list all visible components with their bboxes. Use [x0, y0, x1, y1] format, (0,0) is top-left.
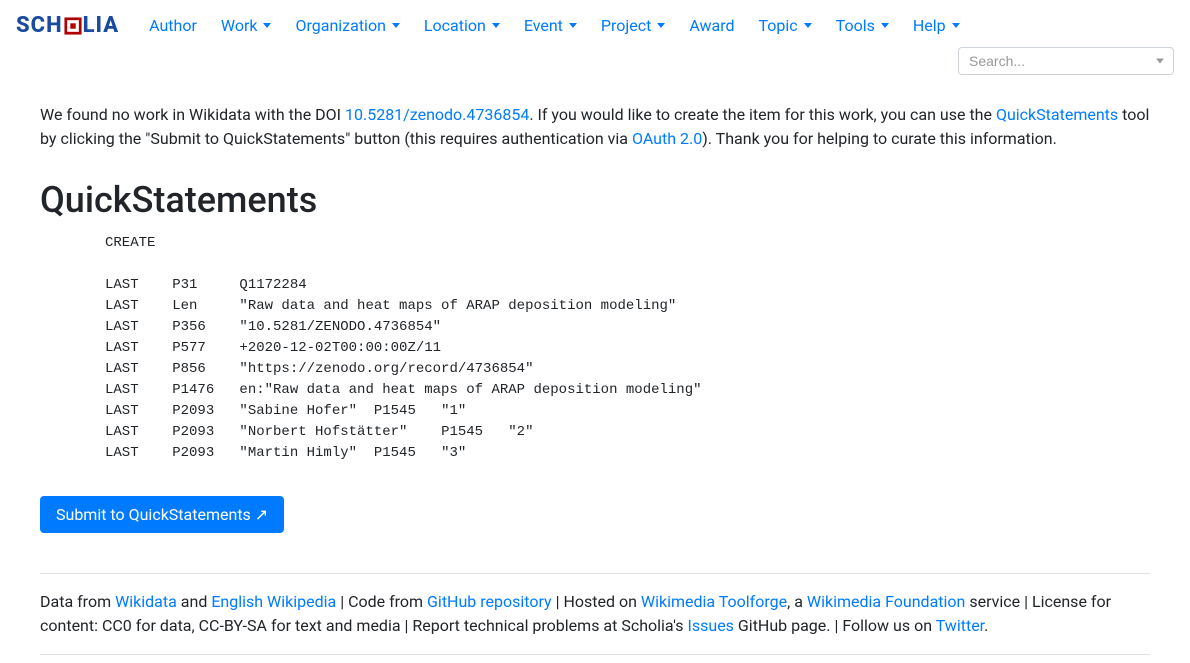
nav-award[interactable]: Award — [679, 8, 744, 43]
github-link[interactable]: GitHub repository — [427, 592, 552, 611]
brand-logo[interactable]: SCHLIA — [16, 13, 119, 38]
navbar: SCHLIA Author Work Organization Location… — [0, 0, 1190, 83]
twitter-link[interactable]: Twitter — [936, 616, 984, 635]
footer-text: Data from Wikidata and English Wikipedia… — [40, 590, 1150, 638]
doi-link[interactable]: 10.5281/zenodo.4736854 — [345, 105, 529, 124]
wmf-link[interactable]: Wikimedia Foundation — [807, 592, 965, 611]
wikidata-link[interactable]: Wikidata — [115, 592, 177, 611]
nav-topic[interactable]: Topic — [749, 8, 822, 43]
quickstatements-code: CREATE LAST P31 Q1172284 LAST Len "Raw d… — [105, 233, 1150, 464]
nav-location[interactable]: Location — [414, 8, 510, 43]
nav-project[interactable]: Project — [591, 8, 675, 43]
nav-event[interactable]: Event — [514, 8, 587, 43]
dropdown-caret-icon[interactable] — [1156, 59, 1164, 64]
caret-icon — [881, 23, 889, 28]
search-input[interactable] — [958, 47, 1174, 75]
nav-work[interactable]: Work — [211, 8, 282, 43]
nav-author[interactable]: Author — [139, 8, 207, 43]
divider — [40, 573, 1150, 574]
intro-text: We found no work in Wikidata with the DO… — [40, 103, 1150, 151]
toolforge-link[interactable]: Wikimedia Toolforge — [641, 592, 787, 611]
search-box — [958, 47, 1174, 75]
issues-link[interactable]: Issues — [688, 616, 734, 635]
nav-organization[interactable]: Organization — [285, 8, 409, 43]
nav-help[interactable]: Help — [903, 8, 970, 43]
nav-tools[interactable]: Tools — [826, 8, 899, 43]
caret-icon — [263, 23, 271, 28]
oauth-link[interactable]: OAuth 2.0 — [632, 129, 702, 148]
submit-button[interactable]: Submit to QuickStatements ↗ — [40, 496, 284, 533]
caret-icon — [952, 23, 960, 28]
caret-icon — [804, 23, 812, 28]
quickstatements-link[interactable]: QuickStatements — [996, 105, 1118, 124]
caret-icon — [569, 23, 577, 28]
enwiki-link[interactable]: English Wikipedia — [211, 592, 336, 611]
divider-bottom — [40, 654, 1150, 655]
page-heading: QuickStatements — [40, 179, 1150, 221]
caret-icon — [392, 23, 400, 28]
caret-icon — [492, 23, 500, 28]
caret-icon — [657, 23, 665, 28]
